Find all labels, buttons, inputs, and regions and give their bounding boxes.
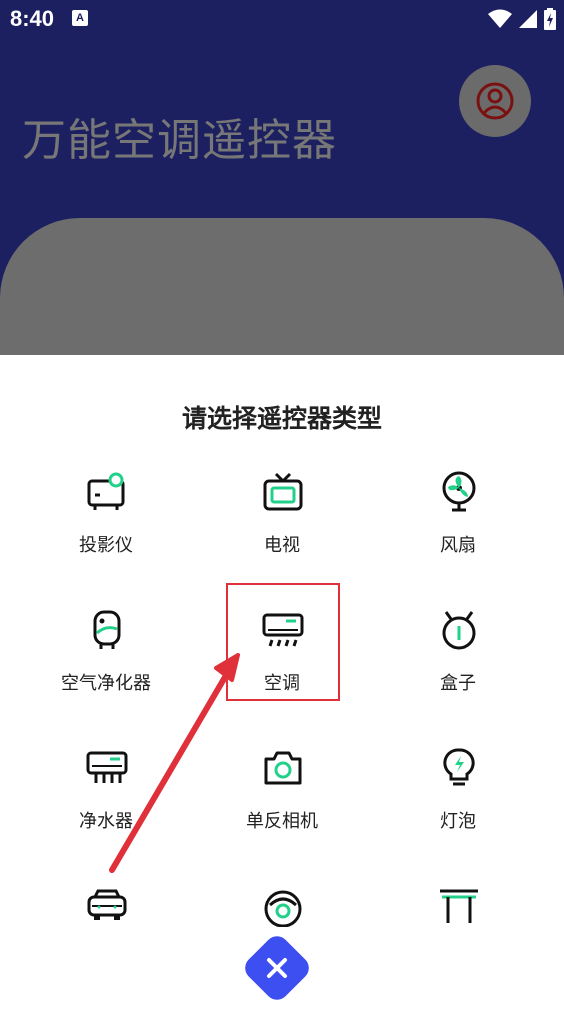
close-button[interactable] [240, 931, 314, 1005]
camera-icon [264, 751, 302, 785]
battery-icon [544, 8, 556, 30]
table-icon [440, 889, 478, 923]
remote-type-light-bulb[interactable]: 灯泡 [364, 739, 552, 877]
remote-type-car[interactable] [12, 877, 200, 1015]
water-purifier-icon [86, 751, 128, 783]
projector-icon [87, 472, 125, 510]
remote-type-fan[interactable]: 风扇 [364, 463, 552, 601]
remote-type-label: 净水器 [79, 811, 133, 832]
remote-type-label: 盒子 [440, 673, 476, 694]
remote-type-tv[interactable]: 电视 [188, 463, 376, 601]
remote-type-label: 风扇 [440, 535, 476, 556]
remote-type-label: 灯泡 [440, 811, 476, 832]
wifi-icon [488, 9, 512, 28]
air-purifier-icon [93, 610, 121, 649]
background-card [0, 218, 564, 378]
fan-icon [442, 471, 476, 512]
remote-type-table[interactable] [364, 877, 552, 1015]
tv-icon [263, 472, 303, 511]
remote-type-projector[interactable]: 投影仪 [12, 463, 200, 601]
user-icon [476, 82, 514, 120]
notification-a-icon: A [72, 10, 88, 26]
light-bulb-icon [443, 748, 475, 786]
app-title: 万能空调遥控器 [22, 115, 337, 166]
remote-type-label: 电视 [264, 535, 300, 556]
status-icons [488, 8, 556, 30]
car-icon [87, 889, 127, 920]
close-icon [267, 958, 287, 978]
selection-highlight-box [226, 583, 340, 701]
sheet-title: 请选择遥控器类型 [181, 404, 382, 433]
remote-type-label: 空气净化器 [61, 673, 151, 694]
status-time: 8:40 [10, 6, 55, 31]
remote-type-camera[interactable]: 单反相机 [188, 739, 376, 877]
status-bar: 8:40 A [0, 0, 564, 40]
set-top-box-icon [442, 611, 476, 650]
remote-type-label: 投影仪 [79, 535, 133, 556]
signal-icon [519, 10, 537, 28]
remote-type-set-top-box[interactable]: 盒子 [364, 601, 552, 739]
remote-type-air-purifier[interactable]: 空气净化器 [12, 601, 200, 739]
remote-type-label: 单反相机 [246, 811, 318, 832]
user-avatar-button[interactable] [459, 65, 531, 137]
remote-type-water-purifier[interactable]: 净水器 [12, 739, 200, 877]
robot-vacuum-icon [264, 890, 302, 927]
